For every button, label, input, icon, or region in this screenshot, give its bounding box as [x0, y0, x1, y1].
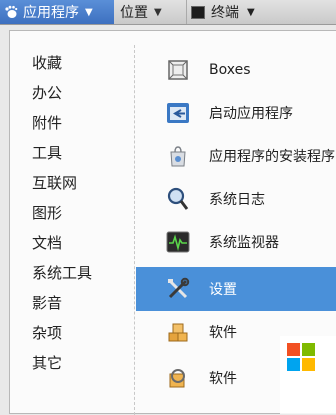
app-label: 软件: [209, 371, 237, 387]
category-item[interactable]: 影音: [32, 293, 62, 313]
software-update-icon: [169, 369, 185, 388]
app-label: 应用程序的安装程序: [209, 149, 335, 165]
app-label: 系统监视器: [209, 235, 279, 251]
chevron-down-icon: ▼: [154, 6, 162, 18]
category-item[interactable]: 办公: [32, 83, 62, 103]
system-log-icon: [167, 187, 189, 210]
terminal-icon: [191, 5, 205, 19]
boxes-icon: [168, 60, 188, 80]
app-item-settings[interactable]: 设置: [136, 267, 336, 311]
places-menu-button[interactable]: 位置 ▼: [120, 0, 162, 24]
app-item-startup-applications[interactable]: 启动应用程序: [136, 92, 336, 134]
app-label: 软件: [209, 325, 237, 341]
app-item-app-installer[interactable]: 应用程序的安装程序: [136, 135, 336, 177]
applications-menu-label: 应用程序: [23, 5, 79, 21]
app-item-system-monitor[interactable]: 系统监视器: [136, 221, 336, 263]
app-label: Boxes: [209, 62, 251, 78]
category-item[interactable]: 收藏: [32, 53, 62, 73]
app-item-boxes[interactable]: Boxes: [136, 49, 336, 91]
terminal-taskbar-button[interactable]: 终端 ▼: [186, 0, 267, 24]
app-installer-icon: [170, 146, 186, 167]
windows-logo-icon: [287, 343, 315, 371]
terminal-label: 终端: [211, 5, 239, 21]
startup-apps-icon: [167, 103, 189, 123]
chevron-down-icon: ▼: [247, 6, 255, 18]
app-label: 设置: [209, 282, 237, 298]
system-monitor-icon: [166, 231, 190, 253]
gnome-foot-icon: [5, 5, 18, 18]
app-label: 启动应用程序: [209, 106, 293, 122]
category-item[interactable]: 文档: [32, 233, 62, 253]
app-item-system-log[interactable]: 系统日志: [136, 178, 336, 220]
category-item[interactable]: 杂项: [32, 323, 62, 343]
settings-tools-icon: [168, 277, 190, 299]
menu-divider: [134, 45, 135, 415]
category-item[interactable]: 互联网: [32, 173, 77, 193]
top-panel: 应用程序 ▼ 位置 ▼ 终端 ▼: [0, 0, 336, 25]
software-icon: [168, 323, 188, 342]
category-item[interactable]: 其它: [32, 353, 62, 373]
places-menu-label: 位置: [120, 5, 148, 21]
category-item[interactable]: 工具: [32, 143, 62, 163]
category-item[interactable]: 图形: [32, 203, 62, 223]
app-label: 系统日志: [209, 192, 265, 208]
category-item[interactable]: 系统工具: [32, 263, 92, 283]
applications-menu-button[interactable]: 应用程序 ▼: [0, 0, 114, 24]
chevron-down-icon: ▼: [85, 6, 93, 18]
category-item[interactable]: 附件: [32, 113, 62, 133]
